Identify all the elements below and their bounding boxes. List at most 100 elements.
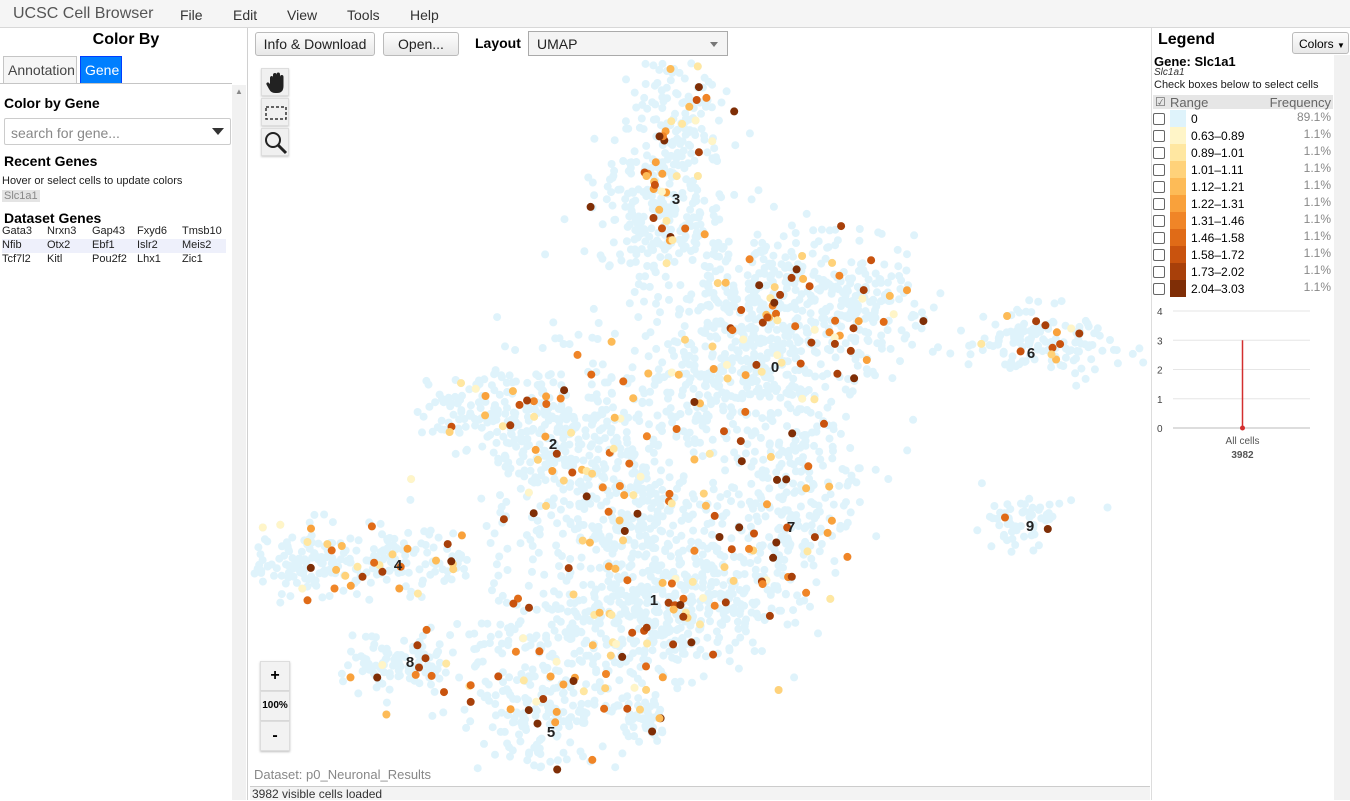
cell-point[interactable] (396, 662, 405, 671)
cell-point-expressing[interactable] (411, 670, 420, 679)
cell-point[interactable] (510, 435, 519, 444)
cell-point-expressing[interactable] (403, 544, 412, 553)
cell-point[interactable] (501, 342, 509, 351)
cell-point[interactable] (651, 100, 660, 109)
cell-point[interactable] (684, 159, 693, 168)
cell-point[interactable] (611, 215, 620, 224)
cell-point[interactable] (1034, 297, 1043, 306)
layout-select[interactable]: UMAP (528, 31, 728, 56)
cell-point[interactable] (532, 631, 541, 640)
cell-point[interactable] (717, 354, 726, 363)
cell-point[interactable] (652, 608, 661, 617)
cell-point[interactable] (681, 511, 690, 520)
cell-point[interactable] (530, 743, 539, 752)
cell-point[interactable] (772, 468, 781, 477)
cell-point-expressing[interactable] (665, 489, 674, 498)
cell-point[interactable] (760, 565, 769, 574)
cell-point[interactable] (680, 322, 689, 331)
cell-point-expressing[interactable] (854, 317, 863, 326)
menu-tools[interactable]: Tools (347, 7, 380, 23)
cell-point[interactable] (629, 669, 638, 678)
cell-point[interactable] (1090, 329, 1099, 338)
cell-point[interactable] (712, 547, 721, 556)
cell-point[interactable] (609, 238, 618, 247)
cell-point[interactable] (1072, 354, 1080, 363)
cell-point-expressing[interactable] (602, 670, 610, 678)
cell-point[interactable] (328, 518, 337, 527)
cell-point[interactable] (352, 546, 361, 555)
cell-point-expressing[interactable] (803, 547, 812, 556)
cell-point-expressing[interactable] (636, 705, 644, 714)
legend-checkbox[interactable] (1153, 215, 1165, 227)
cell-point[interactable] (645, 398, 654, 407)
cell-point-expressing[interactable] (612, 640, 621, 648)
cell-point[interactable] (1098, 346, 1107, 355)
cell-point[interactable] (558, 429, 567, 438)
cell-point-expressing[interactable] (413, 641, 422, 650)
cell-point-expressing[interactable] (353, 562, 362, 571)
cell-point[interactable] (802, 522, 811, 531)
cell-point[interactable] (768, 259, 777, 268)
cell-point[interactable] (470, 629, 479, 638)
cell-point[interactable] (894, 262, 903, 271)
cell-point[interactable] (1027, 308, 1036, 317)
cell-point[interactable] (653, 411, 662, 420)
cell-point[interactable] (676, 636, 685, 645)
cell-point-expressing[interactable] (678, 119, 687, 128)
cell-point[interactable] (829, 500, 838, 509)
cell-point[interactable] (685, 126, 694, 135)
cell-point[interactable] (276, 598, 285, 607)
zoom-level-button[interactable]: 100% (260, 691, 290, 721)
cell-point-expressing[interactable] (710, 601, 719, 610)
cell-point[interactable] (767, 604, 776, 613)
cell-point[interactable] (649, 621, 658, 630)
cell-point[interactable] (790, 298, 799, 307)
cell-point[interactable] (630, 346, 639, 355)
dataset-gene-link[interactable]: Ebf1 (92, 239, 115, 251)
cell-point[interactable] (623, 438, 632, 447)
cell-point-expressing[interactable] (667, 499, 676, 508)
cell-point[interactable] (595, 563, 604, 572)
cell-point[interactable] (255, 560, 264, 569)
cell-point[interactable] (698, 570, 707, 578)
cell-point-expressing[interactable] (258, 523, 267, 532)
cell-point[interactable] (455, 428, 463, 437)
cell-point[interactable] (744, 390, 753, 399)
cell-point[interactable] (765, 484, 774, 493)
cell-point-expressing[interactable] (755, 281, 764, 290)
cell-point-expressing[interactable] (820, 419, 828, 428)
cell-point-expressing[interactable] (843, 552, 852, 561)
cell-point[interactable] (855, 464, 864, 473)
cell-point-expressing[interactable] (658, 673, 667, 682)
cell-point[interactable] (483, 691, 492, 700)
cell-point-expressing[interactable] (609, 444, 618, 453)
cell-point[interactable] (504, 624, 512, 633)
dataset-gene-link[interactable]: Nrxn3 (47, 225, 76, 237)
cell-point-expressing[interactable] (859, 286, 868, 295)
cell-point[interactable] (670, 337, 679, 346)
cell-point[interactable] (806, 309, 815, 318)
cell-point[interactable] (524, 581, 533, 590)
cell-point[interactable] (973, 526, 982, 535)
colors-button[interactable]: Colors ▼ (1292, 32, 1349, 54)
cell-point[interactable] (820, 314, 829, 323)
cell-point[interactable] (515, 730, 523, 739)
cell-point-expressing[interactable] (341, 571, 350, 580)
cell-point-expressing[interactable] (774, 686, 783, 694)
cell-point[interactable] (893, 245, 902, 254)
cell-point[interactable] (1090, 365, 1099, 374)
cell-point[interactable] (856, 260, 865, 269)
cell-point[interactable] (432, 651, 441, 659)
cell-point[interactable] (701, 289, 710, 298)
cell-point[interactable] (587, 380, 596, 389)
cell-point[interactable] (819, 276, 828, 284)
cell-point[interactable] (365, 595, 374, 604)
cell-point[interactable] (541, 410, 549, 419)
cell-point[interactable] (534, 548, 543, 557)
cell-point[interactable] (347, 647, 355, 656)
cell-point[interactable] (728, 483, 736, 492)
cell-point-expressing[interactable] (642, 685, 651, 694)
cell-point[interactable] (748, 501, 757, 510)
cell-point[interactable] (730, 190, 739, 199)
cell-point[interactable] (787, 221, 796, 230)
